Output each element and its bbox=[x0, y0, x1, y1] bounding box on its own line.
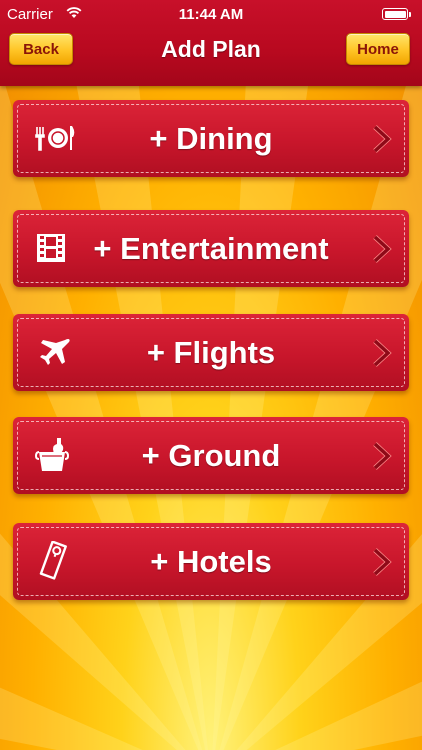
menu-item-label: + Flights bbox=[146, 334, 276, 370]
chevron-right-icon bbox=[373, 548, 392, 576]
add-entertainment-button[interactable]: + Entertainment bbox=[13, 210, 409, 287]
add-hotels-button[interactable]: + Hotels bbox=[13, 523, 409, 600]
add-dining-button[interactable]: + Dining bbox=[13, 100, 409, 177]
status-time: 11:44 AM bbox=[178, 6, 244, 23]
add-ground-button[interactable]: + Ground bbox=[13, 417, 409, 494]
chevron-right-icon bbox=[373, 235, 392, 263]
chevron-right-icon bbox=[373, 442, 392, 470]
menu-item-label: + Entertainment bbox=[93, 230, 329, 266]
status-bar: Carrier 11:44 AM bbox=[0, 0, 422, 28]
home-button[interactable]: Home bbox=[346, 33, 410, 65]
battery-icon bbox=[382, 8, 411, 20]
chevron-right-icon bbox=[373, 339, 392, 367]
menu-item-label: + Hotels bbox=[150, 543, 272, 579]
menu-item-label: + Ground bbox=[141, 437, 281, 473]
menu-item-label: + Dining bbox=[149, 120, 273, 156]
chevron-right-icon bbox=[373, 125, 392, 153]
add-flights-button[interactable]: + Flights bbox=[13, 314, 409, 391]
